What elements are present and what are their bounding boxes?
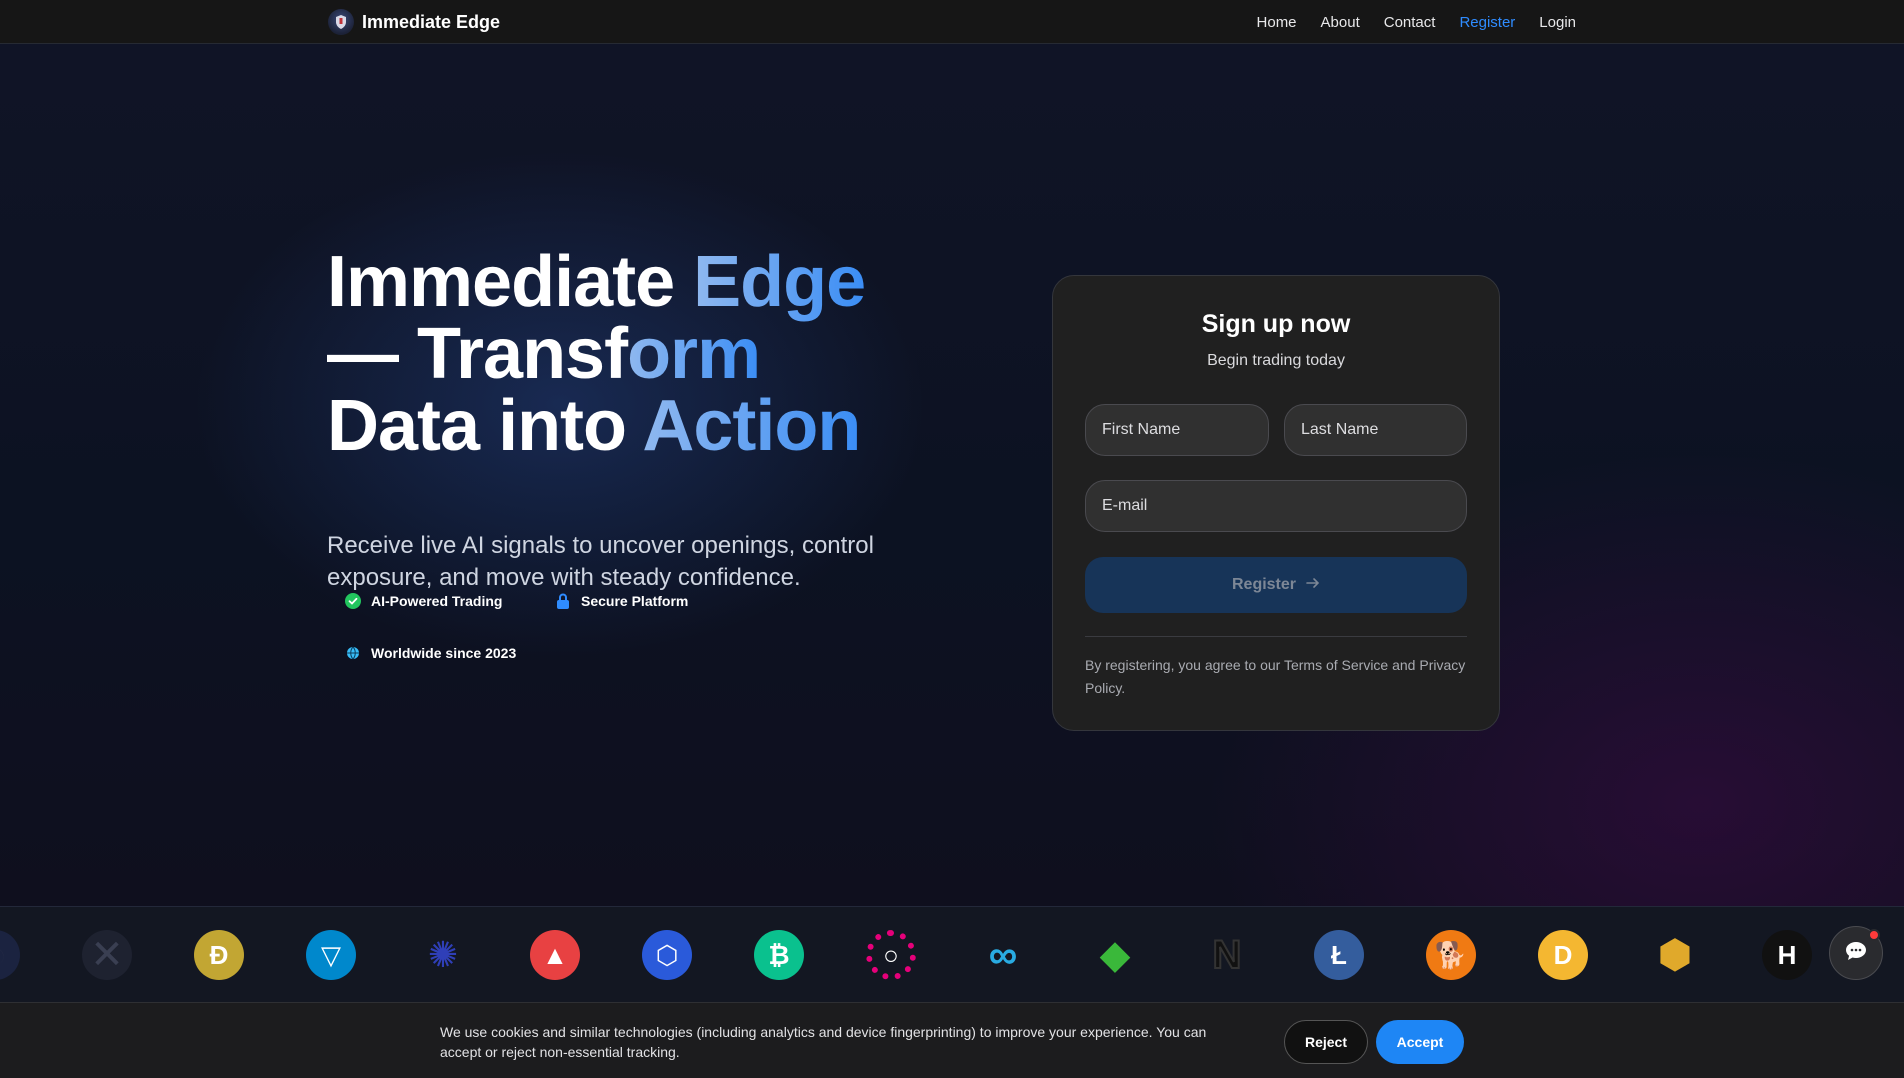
nav-login-link[interactable]: Login bbox=[1539, 14, 1576, 31]
first-name-input[interactable] bbox=[1085, 404, 1269, 456]
nav-home-link[interactable]: Home bbox=[1257, 14, 1297, 31]
dai-icon: D bbox=[1538, 930, 1588, 980]
arrow-right-icon bbox=[1306, 576, 1320, 594]
top-nav: Immediate Edge Home About Contact Regist… bbox=[0, 0, 1904, 44]
badge-secure-platform: Secure Platform bbox=[537, 583, 706, 619]
chat-button[interactable] bbox=[1829, 926, 1883, 980]
nav-links: Home About Contact Register Login bbox=[1257, 0, 1576, 44]
chainlink-icon: ⬡ bbox=[642, 930, 692, 980]
email-input[interactable] bbox=[1085, 480, 1467, 532]
badge-label: Worldwide since 2023 bbox=[371, 645, 517, 661]
hero-section: Immediate Edge — Transform Data into Act… bbox=[0, 44, 1904, 906]
headline-highlight: Edge bbox=[693, 242, 866, 322]
check-circle-icon bbox=[345, 593, 361, 609]
brand-logo-icon bbox=[328, 9, 354, 35]
hero-headline: Immediate Edge — Transform Data into Act… bbox=[327, 246, 967, 462]
cookie-banner: We use cookies and similar technologies … bbox=[0, 1002, 1904, 1078]
hedera-icon: H bbox=[1762, 930, 1812, 980]
nav-register-link[interactable]: Register bbox=[1459, 14, 1515, 31]
brand[interactable]: Immediate Edge bbox=[328, 8, 500, 36]
last-name-input[interactable] bbox=[1284, 404, 1467, 456]
moon-coin-icon: ◐ bbox=[0, 930, 20, 980]
avalanche-icon: ▲ bbox=[530, 930, 580, 980]
polkadot-icon: ○ bbox=[866, 930, 916, 980]
coin-ticker-strip: ◐ ✕ Ð ▽ ✺ ▲ ⬡ ₿ ○ ∞ ◆ N Ł 🐕 D ⬢ H bbox=[0, 906, 1904, 1002]
cookie-text: We use cookies and similar technologies … bbox=[440, 1024, 1207, 1060]
signup-card: Sign up now Begin trading today Register… bbox=[1052, 275, 1500, 731]
headline-highlight: Action bbox=[642, 386, 861, 466]
badge-ai-trading: AI-Powered Trading bbox=[327, 583, 520, 619]
headline-part: Data into bbox=[327, 386, 643, 466]
globe-icon bbox=[345, 645, 361, 661]
headline-part: Immediate bbox=[327, 242, 694, 322]
unus-sed-leo-icon: ⬢ bbox=[1657, 933, 1693, 977]
register-button-label: Register bbox=[1231, 576, 1297, 593]
shiba-inu-icon: 🐕 bbox=[1426, 930, 1476, 980]
accept-cookies-button[interactable]: Accept bbox=[1376, 1020, 1464, 1064]
signup-subtitle: Begin trading today bbox=[1207, 352, 1345, 369]
headline-highlight: orm bbox=[627, 314, 761, 394]
x-coin-icon: ✕ bbox=[82, 930, 132, 980]
bitcoin-cash-icon: ₿ bbox=[754, 930, 804, 980]
ethereum-classic-icon: ◆ bbox=[1099, 933, 1131, 977]
near-icon: N bbox=[1212, 932, 1243, 978]
badge-worldwide: Worldwide since 2023 bbox=[327, 635, 534, 671]
nav-about-link[interactable]: About bbox=[1321, 14, 1360, 31]
terms-text: By registering, you agree to our Terms o… bbox=[1085, 657, 1466, 696]
nav-contact-link[interactable]: Contact bbox=[1384, 14, 1436, 31]
signup-title: Sign up now bbox=[1201, 310, 1351, 338]
internet-computer-icon: ∞ bbox=[988, 932, 1018, 977]
headline-part: — Transf bbox=[327, 314, 628, 394]
notification-dot bbox=[1868, 929, 1880, 941]
brand-name: Immediate Edge bbox=[362, 11, 501, 32]
card-divider bbox=[1085, 636, 1467, 637]
register-button[interactable]: Register bbox=[1085, 557, 1467, 613]
litecoin-icon: Ł bbox=[1314, 930, 1364, 980]
chat-bubble-icon bbox=[1845, 941, 1867, 966]
badge-label: Secure Platform bbox=[581, 593, 689, 609]
dogecoin-icon: Ð bbox=[194, 930, 244, 980]
reject-cookies-button[interactable]: Reject bbox=[1284, 1020, 1368, 1064]
toncoin-icon: ▽ bbox=[306, 930, 356, 980]
lock-icon bbox=[555, 593, 571, 609]
cardano-icon: ✺ bbox=[427, 934, 459, 975]
badge-label: AI-Powered Trading bbox=[371, 593, 503, 609]
